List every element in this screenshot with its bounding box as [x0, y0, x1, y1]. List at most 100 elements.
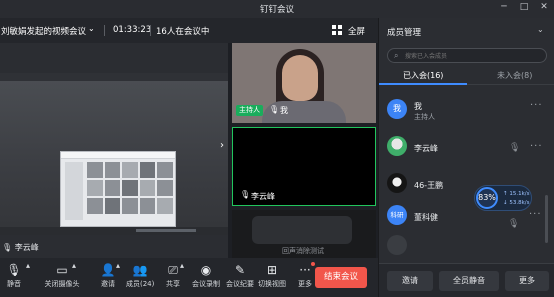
- notification-dot: [311, 262, 315, 266]
- toolbar-label: 会议录制: [192, 280, 220, 288]
- video-tile-host[interactable]: 主持人 🎙 我: [232, 43, 376, 123]
- panel-scrollbar[interactable]: [545, 195, 548, 243]
- dialog-sidebar: [65, 162, 83, 220]
- panel-more-button[interactable]: 更多: [505, 271, 549, 291]
- shared-screen-view[interactable]: 🎙 李云峰: [0, 43, 228, 258]
- member-name: 李云峰: [414, 144, 438, 153]
- toolbar-label: 更多: [298, 280, 312, 288]
- shared-timeline-bar: [0, 227, 228, 235]
- search-input[interactable]: [405, 51, 535, 61]
- tab-joined[interactable]: 已入会(16): [403, 70, 443, 81]
- toolbar-label: 成员(24): [126, 280, 155, 288]
- video-tile[interactable]: 回声消除测试: [232, 210, 376, 258]
- file-dialog-window: [60, 151, 176, 227]
- file-thumbnails: [87, 162, 173, 214]
- close-icon[interactable]: ✕: [537, 2, 551, 12]
- chevron-up-icon[interactable]: ▴: [72, 261, 76, 270]
- more-options-icon[interactable]: ···: [530, 141, 543, 152]
- members-button[interactable]: 👥 成员(24): [126, 261, 154, 289]
- title-bar: 钉钉会议 ─ □ ✕: [0, 0, 554, 18]
- speaker-label: 🎙 李云峰: [2, 243, 39, 252]
- chevron-up-icon[interactable]: ▴: [116, 261, 120, 270]
- divider: [104, 25, 105, 36]
- mute-button[interactable]: 🎙 静音: [2, 261, 26, 289]
- avatar: 我: [387, 99, 407, 119]
- member-name: 我: [414, 102, 422, 111]
- more-options-icon[interactable]: ···: [529, 209, 542, 220]
- tile-name: 我: [280, 106, 288, 115]
- network-score: 83%: [476, 187, 498, 209]
- member-tabs: 已入会(16) 未入会(8): [379, 68, 554, 85]
- participant-face: [282, 55, 318, 101]
- avatar: [387, 235, 407, 255]
- avatar: [387, 136, 407, 156]
- record-button[interactable]: ◉ 会议录制: [190, 261, 222, 289]
- meeting-info-bar: 刘敏娟发起的视频会议 ⌄ 01:33:23 16人在会议中 全屏: [0, 18, 378, 43]
- divider: [150, 25, 151, 36]
- layout-grid-icon[interactable]: [332, 25, 342, 35]
- host-badge: 主持人: [236, 105, 263, 116]
- member-role: 主持人: [414, 113, 435, 121]
- toolbar-label: 邀请: [101, 280, 115, 288]
- mic-icon: 🎙: [509, 143, 521, 153]
- record-icon: ◉: [200, 263, 212, 277]
- notes-icon: ✎: [234, 263, 246, 277]
- network-status-badge[interactable]: 83% ↑ 15.1k/s ↓ 53.8k/s: [474, 185, 532, 211]
- chevron-up-icon[interactable]: ▴: [180, 261, 184, 270]
- participant-count: 16人在会议中: [156, 27, 210, 37]
- mic-icon: 🎙: [269, 105, 280, 114]
- shared-window-toolbar: [0, 73, 228, 81]
- panel-title: 成员管理: [387, 28, 422, 38]
- member-name: 董科健: [414, 213, 438, 222]
- end-meeting-button[interactable]: 结束会议: [315, 267, 367, 288]
- maximize-icon[interactable]: □: [517, 2, 531, 12]
- toolbar-label: 共享: [166, 280, 180, 288]
- meeting-timer: 01:33:23: [113, 25, 152, 35]
- tab-not-joined[interactable]: 未入会(8): [497, 70, 532, 81]
- chevron-down-icon[interactable]: ⌄: [537, 25, 544, 34]
- collapse-arrow-icon[interactable]: ›: [220, 140, 224, 151]
- notes-button[interactable]: ✎ 会议纪要: [224, 261, 256, 289]
- avatar: [387, 173, 407, 193]
- members-panel: 成员管理 ⌄ ⌕ 已入会(16) 未入会(8) 我 我 主持人 ··· 李云峰 …: [378, 18, 554, 297]
- dialog-titlebar: [61, 152, 175, 159]
- video-tile-active-speaker[interactable]: 🎙 李云峰: [232, 127, 376, 206]
- mic-icon: 🎙: [240, 190, 251, 199]
- upload-rate: ↑ 15.1k/s: [503, 191, 530, 197]
- toolbar-label: 切换视图: [258, 280, 286, 288]
- meeting-toolbar: 🎙 静音 ▴ ▭ 关闭摄像头 ▴ 👤 邀请 ▴ 👥 成员(24) ⎚ 共享 ▴ …: [0, 258, 378, 297]
- mic-icon: 🎙: [6, 263, 22, 277]
- list-item[interactable]: [379, 232, 554, 262]
- invite-button[interactable]: 邀请: [387, 271, 433, 291]
- switch-view-button[interactable]: ⊞ 切换视图: [256, 261, 288, 289]
- more-options-icon[interactable]: ···: [530, 100, 543, 111]
- tile-name: 李云峰: [251, 192, 275, 201]
- active-tab-indicator: [379, 83, 467, 85]
- fullscreen-button[interactable]: 全屏: [348, 25, 365, 37]
- minimize-icon[interactable]: ─: [497, 2, 511, 12]
- search-icon: ⌕: [394, 51, 399, 60]
- list-item[interactable]: 李云峰 🎙 ···: [379, 133, 554, 163]
- invite-button[interactable]: 👤 邀请: [98, 261, 118, 289]
- member-name: 46-王鹏: [414, 181, 444, 190]
- mute-all-button[interactable]: 全员静音: [439, 271, 499, 291]
- toolbar-label: 关闭摄像头: [44, 280, 80, 288]
- chevron-down-icon[interactable]: ⌄: [88, 24, 95, 33]
- mic-icon: 🎙: [508, 219, 520, 229]
- avatar: 科研: [387, 205, 407, 225]
- member-search[interactable]: ⌕: [387, 48, 547, 63]
- members-icon: 👥: [132, 263, 148, 277]
- download-rate: ↓ 53.8k/s: [503, 200, 530, 206]
- meeting-title[interactable]: 刘敏娟发起的视频会议: [1, 25, 86, 37]
- toolbar-label: 静音: [7, 280, 21, 288]
- window-title: 钉钉会议: [259, 5, 294, 15]
- participant-video: [252, 216, 352, 244]
- chevron-up-icon[interactable]: ▴: [26, 261, 30, 270]
- list-item[interactable]: 我 我 主持人 ···: [379, 96, 554, 126]
- toolbar-label: 会议纪要: [226, 280, 254, 288]
- panel-footer: 邀请 全员静音 更多: [379, 263, 554, 297]
- grid-view-icon: ⊞: [266, 263, 278, 277]
- speaker-name: 李云峰: [14, 243, 39, 252]
- invite-icon: 👤: [100, 263, 116, 277]
- tile-overlay-text: 回声消除测试: [282, 247, 324, 255]
